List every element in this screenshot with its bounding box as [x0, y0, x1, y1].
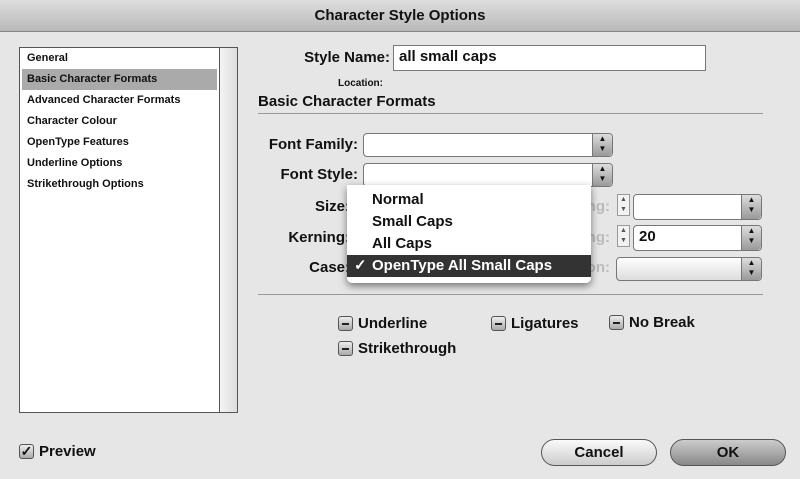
ligatures-checkbox[interactable]: Ligatures: [491, 315, 579, 332]
underline-checkbox[interactable]: Underline: [338, 315, 427, 332]
checkbox-label: Preview: [39, 443, 96, 460]
option-label: OpenType All Small Caps: [372, 257, 553, 274]
menu-item-opentype-all-small-caps[interactable]: ✓ OpenType All Small Caps: [347, 255, 591, 277]
font-family-select[interactable]: ▲ ▼: [363, 133, 613, 157]
checkbox-label: Strikethrough: [358, 340, 457, 357]
style-name-label: Style Name:: [304, 49, 390, 66]
menu-item-small-caps[interactable]: Small Caps: [347, 211, 591, 233]
mixed-checkbox-icon: [609, 315, 624, 330]
divider: [258, 113, 763, 114]
sidebar-item-underline-options[interactable]: Underline Options: [22, 153, 217, 174]
updown-arrow-icon: ▲ ▼: [592, 164, 612, 186]
mixed-checkbox-icon: [338, 341, 353, 356]
sidebar-item-advanced-character-formats[interactable]: Advanced Character Formats: [22, 90, 217, 111]
mixed-checkbox-icon: [338, 316, 353, 331]
sidebar-item-strikethrough-options[interactable]: Strikethrough Options: [22, 174, 217, 195]
updown-arrow-icon: ▲ ▼: [741, 226, 761, 250]
leading-input[interactable]: ▲ ▼: [633, 194, 762, 220]
checkmark-icon: ✓: [19, 443, 34, 459]
checkbox-label: Ligatures: [511, 315, 579, 332]
leading-stepper[interactable]: ▲ ▼: [617, 194, 630, 216]
option-label: Small Caps: [372, 213, 453, 230]
strikethrough-checkbox[interactable]: Strikethrough: [338, 340, 456, 357]
no-break-checkbox[interactable]: No Break: [609, 314, 695, 331]
category-list[interactable]: General Basic Character Formats Advanced…: [19, 47, 238, 413]
location-label: Location:: [338, 78, 383, 89]
list-scrollbar[interactable]: [219, 48, 237, 412]
option-label: All Caps: [372, 235, 433, 252]
tracking-stepper[interactable]: ▲ ▼: [617, 225, 630, 247]
updown-arrow-icon: ▲ ▼: [592, 134, 612, 156]
position-select[interactable]: ▲ ▼: [616, 257, 762, 281]
checkbox-label: No Break: [629, 314, 695, 331]
font-style-select[interactable]: ▲ ▼: [363, 163, 613, 187]
sidebar-item-basic-character-formats[interactable]: Basic Character Formats: [22, 69, 217, 90]
sidebar-item-character-colour[interactable]: Character Colour: [22, 111, 217, 132]
updown-arrow-icon: ▲ ▼: [741, 195, 761, 219]
menu-item-all-caps[interactable]: All Caps: [347, 233, 591, 255]
preview-checkbox[interactable]: ✓ Preview: [19, 443, 96, 460]
sidebar-item-opentype-features[interactable]: OpenType Features: [22, 132, 217, 153]
mixed-checkbox-icon: [491, 316, 506, 331]
cancel-button[interactable]: Cancel: [541, 439, 657, 466]
kerning-label: Kerning:: [288, 229, 350, 246]
menu-item-normal[interactable]: Normal: [347, 189, 591, 211]
sidebar-item-general[interactable]: General: [22, 48, 217, 69]
font-family-label: Font Family:: [268, 136, 358, 153]
updown-arrow-icon: ▲ ▼: [741, 258, 761, 280]
checkmark-icon: ✓: [354, 257, 367, 274]
option-label: Normal: [372, 191, 424, 208]
divider: [258, 294, 763, 295]
checkbox-label: Underline: [358, 315, 428, 332]
size-label: Size:: [314, 198, 350, 215]
case-label: Case:: [309, 259, 350, 276]
case-dropdown-menu[interactable]: Normal Small Caps All Caps ✓ OpenType All…: [347, 185, 591, 283]
tracking-input[interactable]: 20 ▲ ▼: [633, 225, 762, 251]
tracking-value: 20: [639, 228, 656, 245]
ok-button[interactable]: OK: [670, 439, 786, 466]
font-style-label: Font Style:: [280, 166, 359, 183]
window-title: Character Style Options: [0, 0, 800, 32]
section-title: Basic Character Formats: [258, 93, 436, 110]
style-name-input[interactable]: all small caps: [393, 45, 706, 71]
